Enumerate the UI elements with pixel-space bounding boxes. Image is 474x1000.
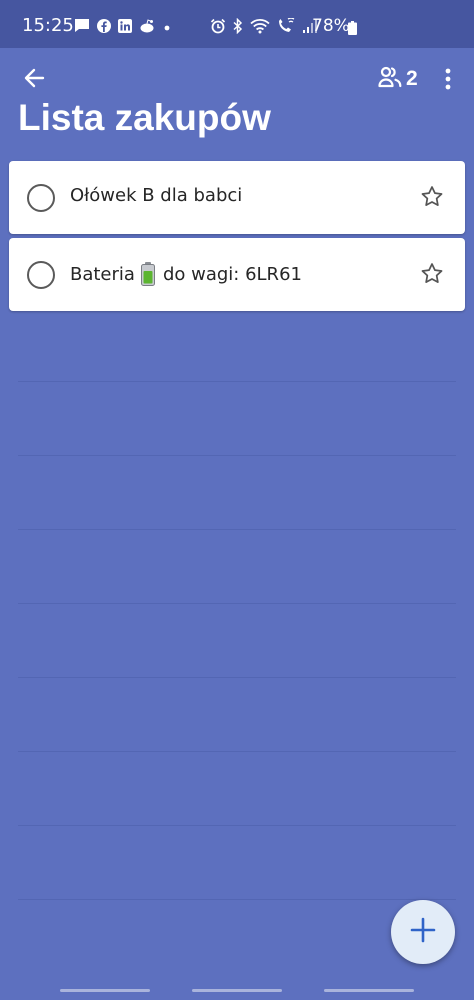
collaborators-count: 2 <box>406 67 418 90</box>
battery-emoji-icon <box>140 262 155 286</box>
complete-task-checkbox[interactable] <box>27 184 55 212</box>
empty-row-divider <box>18 825 456 826</box>
nav-home-button[interactable] <box>192 989 282 992</box>
facebook-icon <box>97 18 111 37</box>
task-list: Ołówek B dla babci Bateria do wagi: 6LR6… <box>9 161 465 315</box>
nav-back-button[interactable] <box>324 989 414 992</box>
more-options-button[interactable] <box>434 66 462 96</box>
dot-icon <box>162 18 172 37</box>
task-item[interactable]: Ołówek B dla babci <box>9 161 465 234</box>
notification-icons <box>74 18 172 37</box>
task-title: Bateria do wagi: 6LR61 <box>70 262 302 286</box>
reddit-icon <box>139 18 155 37</box>
alarm-icon <box>210 18 226 38</box>
battery-icon <box>348 20 357 39</box>
message-icon <box>74 18 90 37</box>
task-title-text: do wagi: 6LR61 <box>162 263 302 285</box>
back-button[interactable] <box>18 64 50 96</box>
collaborators-button[interactable]: 2 <box>378 66 418 92</box>
battery-percentage: 78% <box>312 16 350 36</box>
empty-row-divider <box>18 455 456 456</box>
status-time: 15:25 <box>22 15 74 36</box>
linkedin-icon <box>118 18 132 37</box>
task-title-text: Ołówek B dla babci <box>70 185 243 206</box>
empty-row-divider <box>18 899 456 900</box>
complete-task-checkbox[interactable] <box>27 261 55 289</box>
page-title: Lista zakupów <box>18 97 271 138</box>
empty-row-divider <box>18 677 456 678</box>
bluetooth-icon <box>232 17 244 38</box>
system-navigation-bar <box>0 980 474 1000</box>
nav-recents-button[interactable] <box>60 989 150 992</box>
empty-row-divider <box>18 603 456 604</box>
task-title: Ołówek B dla babci <box>70 185 242 206</box>
task-item[interactable]: Bateria do wagi: 6LR61 <box>9 238 465 311</box>
wifi-icon <box>250 18 270 38</box>
wifi-call-icon <box>276 17 296 38</box>
task-title-text: Bateria <box>70 263 135 285</box>
star-icon[interactable] <box>419 261 445 287</box>
star-icon[interactable] <box>419 184 445 210</box>
system-icons <box>210 17 318 38</box>
people-icon <box>378 66 402 92</box>
status-bar: 15:25 78% <box>0 0 474 48</box>
empty-row-divider <box>18 529 456 530</box>
add-task-button[interactable] <box>391 900 455 964</box>
arrow-left-icon <box>23 67 45 93</box>
more-vertical-icon <box>445 68 451 94</box>
empty-row-divider <box>18 751 456 752</box>
empty-row-divider <box>18 381 456 382</box>
plus-icon <box>410 917 436 947</box>
